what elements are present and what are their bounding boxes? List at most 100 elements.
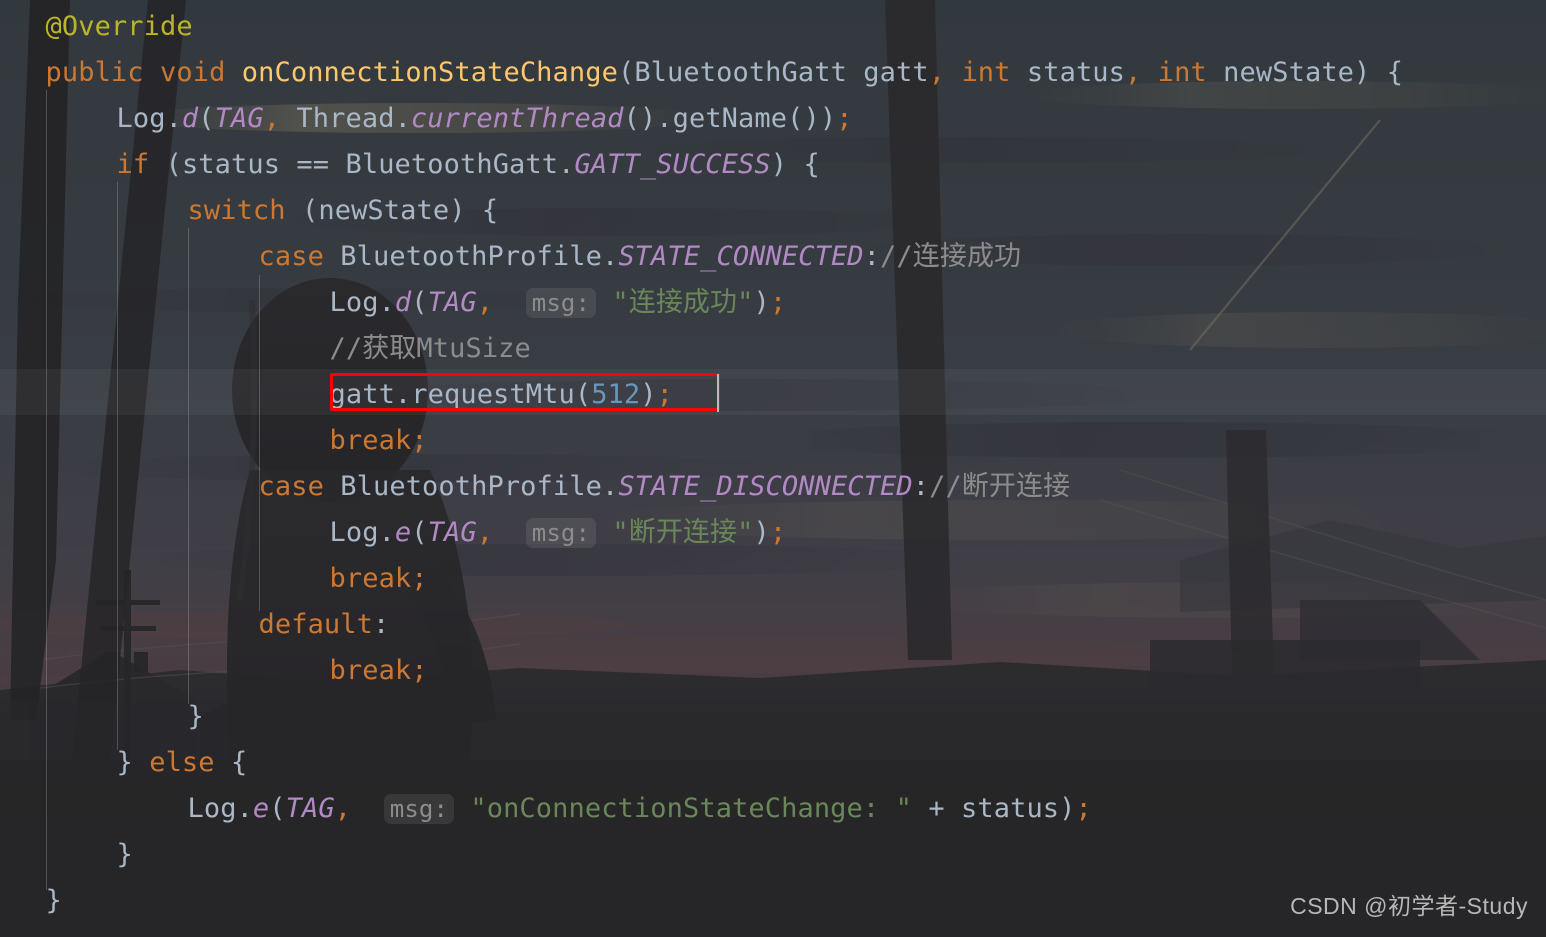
code-token-default: Thread. (280, 103, 411, 134)
code-token-punct: : (373, 609, 390, 640)
code-token-keyword: int (1157, 57, 1207, 88)
code-token-punct: ) (753, 287, 770, 318)
code-token-brace: } (116, 839, 133, 870)
code-token-semi: , (476, 517, 494, 548)
code-token-punct: () (623, 103, 657, 134)
code-token-semi: , (334, 793, 352, 824)
code-token-keyword: if (116, 149, 150, 180)
parameter-hint-chip: msg: (383, 794, 454, 824)
code-token-punct: ()) (787, 103, 837, 134)
code-token-punct: ( (165, 149, 182, 180)
code-token-comment: //连接成功 (880, 241, 1022, 272)
code-token-punct: ) (1059, 793, 1076, 824)
code-token-default (454, 793, 470, 824)
code-line[interactable]: case BluetoothProfile.STATE_CONNECTED://… (0, 234, 1546, 280)
code-token-method: onConnectionStateChange (241, 57, 618, 88)
code-token-default (225, 57, 241, 88)
code-line[interactable]: } (0, 694, 1546, 740)
code-token-semi: ; (1075, 793, 1092, 824)
code-token-semi: , (1125, 57, 1142, 88)
code-line[interactable]: if (status == BluetoothGatt.GATT_SUCCESS… (0, 142, 1546, 188)
code-line[interactable]: switch (newState) { (0, 188, 1546, 234)
code-line[interactable]: break; (0, 556, 1546, 602)
code-token-default (133, 747, 149, 778)
code-token-keyword: int (961, 57, 1011, 88)
code-token-default (945, 57, 961, 88)
code-line[interactable]: default: (0, 602, 1546, 648)
code-token-default: status (1010, 57, 1126, 88)
parameter-hint-chip: msg: (525, 288, 596, 318)
code-token-punct: ) { (1354, 57, 1404, 88)
code-token-default: Log. (116, 103, 182, 134)
code-token-semi: ; (656, 379, 673, 410)
code-token-number: 512 (591, 379, 641, 410)
code-token-default: requestMtu (411, 379, 575, 410)
code-token-punct: : (912, 471, 930, 502)
code-line[interactable]: Log.e(TAG, msg: "断开连接"); (0, 510, 1546, 556)
code-token-annotation: @Override (45, 11, 193, 42)
code-line[interactable]: break; (0, 418, 1546, 464)
code-token-default (1141, 57, 1157, 88)
code-token-default: Log. (329, 517, 395, 548)
code-token-keyword: break (329, 563, 412, 594)
code-token-field: d (181, 103, 199, 134)
code-token-punct: ) (753, 517, 770, 548)
code-token-default (286, 195, 302, 226)
source-code-area[interactable]: @Override public void onConnectionStateCh… (0, 0, 1546, 937)
code-token-brace: } (187, 701, 204, 732)
code-token-default: gatt. (329, 379, 412, 410)
code-token-comment: //获取MtuSize (329, 333, 531, 364)
code-token-default: status == BluetoothGatt. (181, 149, 575, 180)
code-token-punct: ( (574, 379, 592, 410)
code-token-default (215, 747, 231, 778)
code-token-keyword: default (258, 609, 373, 640)
code-token-default: newState (1206, 57, 1355, 88)
code-line[interactable]: } (0, 832, 1546, 878)
code-token-field: TAG (427, 287, 477, 318)
code-line[interactable]: Log.d(TAG, msg: "连接成功"); (0, 280, 1546, 326)
code-token-brace: } (116, 747, 133, 778)
code-token-semi: , (263, 103, 281, 134)
code-token-punct: : (863, 241, 881, 272)
code-token-default: BluetoothProfile. (323, 471, 619, 502)
code-token-punct: ) { (449, 195, 499, 226)
code-token-string: "连接成功" (612, 287, 754, 318)
code-token-keyword: case (258, 471, 324, 502)
code-token-default: + status (911, 793, 1060, 824)
code-line[interactable]: Log.e(TAG, msg: "onConnectionStateChange… (0, 786, 1546, 832)
code-line[interactable]: Log.d(TAG, Thread.currentThread().getNam… (0, 96, 1546, 142)
code-line[interactable]: break; (0, 648, 1546, 694)
code-token-default (149, 149, 165, 180)
code-token-static: STATE_DISCONNECTED (618, 471, 913, 502)
code-token-field: TAG (214, 103, 264, 134)
code-token-field: TAG (285, 793, 335, 824)
code-token-punct: ( (411, 287, 428, 318)
code-editor[interactable]: @Override public void onConnectionStateCh… (0, 0, 1546, 937)
code-token-keyword: switch (187, 195, 286, 226)
code-line[interactable]: public void onConnectionStateChange(Blue… (0, 50, 1546, 96)
code-token-default (493, 287, 526, 318)
code-line[interactable]: @Override (0, 4, 1546, 50)
code-token-keyword: public (45, 57, 144, 88)
code-token-punct: ( (198, 103, 215, 134)
code-line[interactable]: case BluetoothProfile.STATE_DISCONNECTED… (0, 464, 1546, 510)
code-token-string: "断开连接" (612, 517, 754, 548)
code-token-semi: ; (769, 287, 787, 318)
code-line[interactable]: gatt.requestMtu(512); (0, 372, 1546, 418)
code-token-default: Log. (187, 793, 253, 824)
code-line[interactable]: //获取MtuSize (0, 326, 1546, 372)
code-token-field: TAG (427, 517, 477, 548)
parameter-hint-chip: msg: (525, 518, 596, 548)
code-token-punct: ( (302, 195, 319, 226)
code-line[interactable]: } else { (0, 740, 1546, 786)
csdn-watermark: CSDN @初学者-Study (1290, 893, 1528, 919)
code-token-field: e (252, 793, 270, 824)
code-token-punct: ) (640, 379, 657, 410)
code-token-string: "onConnectionStateChange: " (470, 793, 912, 824)
code-token-field: currentThread (410, 103, 624, 134)
code-token-brace: } (45, 885, 62, 916)
code-token-semi: ; (411, 655, 428, 686)
code-token-default: BluetoothProfile. (323, 241, 619, 272)
code-token-punct: ) { (770, 149, 820, 180)
code-token-default (351, 793, 384, 824)
